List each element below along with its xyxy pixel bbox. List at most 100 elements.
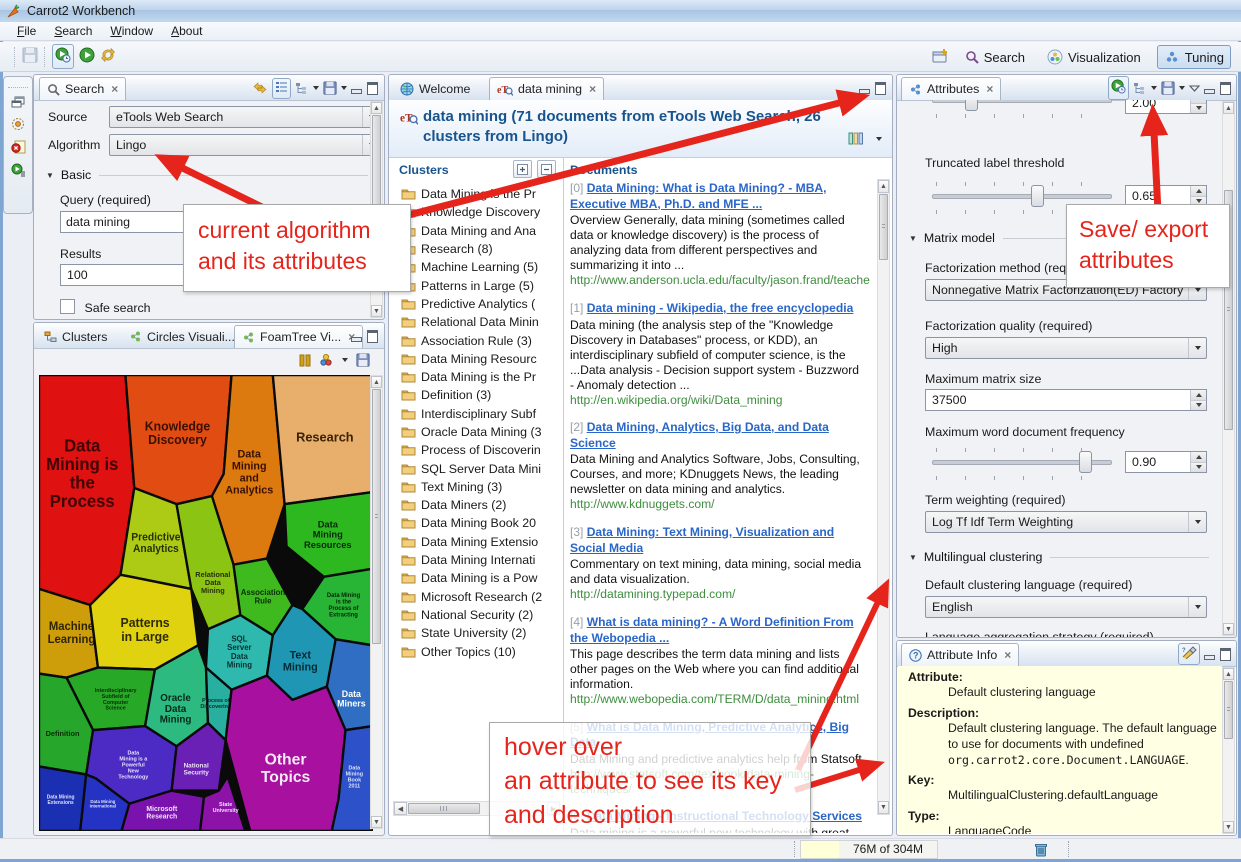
cluster-item[interactable]: Association Rule (3) bbox=[391, 331, 561, 349]
documents-scrollbar[interactable]: ▲ ▼ bbox=[877, 179, 890, 815]
cluster-item[interactable]: Research (8) bbox=[391, 240, 561, 258]
minimize-icon[interactable] bbox=[1204, 89, 1215, 94]
process-run-icon[interactable] bbox=[52, 44, 74, 69]
menu-about[interactable]: About bbox=[162, 22, 211, 40]
minimize-icon[interactable] bbox=[1204, 655, 1215, 660]
view-menu-icon[interactable] bbox=[1189, 85, 1200, 92]
minimize-icon[interactable] bbox=[351, 337, 362, 342]
attribute-tree-icon[interactable] bbox=[1133, 82, 1147, 95]
cluster-item[interactable]: Data Mining and Ana bbox=[391, 222, 561, 240]
cluster-item[interactable]: Microsoft Research (2 bbox=[391, 588, 561, 606]
tab-welcome[interactable]: Welcome bbox=[393, 77, 477, 100]
menu-window[interactable]: Window bbox=[101, 22, 162, 40]
cluster-item[interactable]: Knowledge Discovery bbox=[391, 203, 561, 221]
cluster-item[interactable]: Relational Data Minin bbox=[391, 313, 561, 331]
run-icon[interactable] bbox=[79, 47, 95, 66]
maximize-icon[interactable] bbox=[875, 82, 886, 95]
chevron-down-icon[interactable] bbox=[876, 137, 882, 141]
spinner-arrows-icon[interactable] bbox=[1190, 100, 1206, 113]
link-arrows-icon[interactable] bbox=[252, 81, 268, 95]
default-language-select[interactable]: English bbox=[925, 596, 1207, 618]
top-value-spinner[interactable]: 2.00 bbox=[1125, 100, 1207, 114]
layout-bars-icon[interactable] bbox=[848, 132, 864, 148]
maximize-icon[interactable] bbox=[367, 82, 378, 95]
tab-attributes[interactable]: Attributes× bbox=[901, 77, 1001, 100]
top-slider[interactable] bbox=[932, 100, 1112, 112]
source-select[interactable]: eTools Web Search bbox=[109, 106, 381, 128]
expand-all-button[interactable] bbox=[513, 160, 532, 178]
max-word-frequency-slider[interactable] bbox=[932, 448, 1112, 474]
cluster-item[interactable]: Definition (3) bbox=[391, 386, 561, 404]
perspective-tuning-button[interactable]: Tuning bbox=[1157, 45, 1231, 69]
foamtree-canvas[interactable]: DataMining istheProcessKnowledgeDiscover… bbox=[39, 375, 373, 831]
max-word-frequency-spinner[interactable]: 0.90 bbox=[1125, 451, 1207, 473]
scroll-up-icon[interactable]: ▲ bbox=[878, 180, 889, 193]
attributes-scrollbar[interactable]: ▲ ▼ bbox=[1222, 101, 1235, 636]
scroll-down-icon[interactable]: ▼ bbox=[371, 816, 382, 828]
close-icon[interactable]: × bbox=[589, 82, 596, 96]
save-attributes-icon[interactable] bbox=[323, 81, 337, 95]
perspective-visualization-button[interactable]: Visualization bbox=[1041, 46, 1147, 68]
scroll-up-icon[interactable]: ▲ bbox=[371, 102, 382, 114]
restore-view-icon[interactable] bbox=[11, 96, 25, 108]
processes-view-icon[interactable] bbox=[11, 163, 26, 177]
live-update-icon[interactable] bbox=[1108, 76, 1129, 100]
spinner-arrows-icon[interactable] bbox=[1190, 390, 1206, 410]
tab-circles-visualization[interactable]: Circles Visuali... bbox=[122, 325, 242, 348]
refresh-icon[interactable] bbox=[100, 47, 116, 66]
maximize-icon[interactable] bbox=[367, 330, 378, 343]
chevron-down-icon[interactable] bbox=[341, 86, 347, 90]
close-icon[interactable]: × bbox=[111, 82, 118, 96]
chevron-down-icon[interactable] bbox=[1179, 86, 1185, 90]
cluster-item[interactable]: Data Mining is the Pr bbox=[391, 185, 561, 203]
attribute-info-scrollbar[interactable]: ▲ ▼ bbox=[1222, 667, 1235, 834]
cluster-item[interactable]: Predictive Analytics ( bbox=[391, 295, 561, 313]
tab-foamtree-visualization[interactable]: FoamTree Vi...× bbox=[234, 325, 363, 348]
cluster-item[interactable]: SQL Server Data Mini bbox=[391, 459, 561, 477]
save-attributes-icon[interactable] bbox=[1161, 81, 1175, 95]
maximize-icon[interactable] bbox=[1220, 648, 1231, 661]
factorization-quality-select[interactable]: High bbox=[925, 337, 1207, 359]
document-title-link[interactable]: Data Mining: Text Mining, Visualization … bbox=[570, 525, 834, 555]
tab-search[interactable]: Search× bbox=[39, 77, 126, 100]
minimize-icon[interactable] bbox=[351, 89, 362, 94]
open-perspective-icon[interactable] bbox=[931, 48, 949, 67]
scroll-left-icon[interactable]: ◀ bbox=[394, 802, 407, 815]
safe-search-checkbox[interactable] bbox=[60, 299, 75, 314]
attribute-list-icon[interactable] bbox=[272, 78, 291, 99]
cluster-item[interactable]: Patterns in Large (5) bbox=[391, 276, 561, 294]
color-options-icon[interactable] bbox=[319, 353, 334, 367]
tab-clusters-viz[interactable]: Clusters bbox=[37, 325, 114, 348]
link-with-selection-icon[interactable]: ? bbox=[1178, 643, 1200, 665]
cluster-item[interactable]: Other Topics (10) bbox=[391, 642, 561, 660]
scroll-up-icon[interactable]: ▲ bbox=[1223, 668, 1234, 680]
cluster-item[interactable]: Data Mining is the Pr bbox=[391, 368, 561, 386]
chevron-down-icon[interactable] bbox=[1151, 86, 1157, 90]
chevron-down-icon[interactable] bbox=[313, 86, 319, 90]
cluster-item[interactable]: Interdisciplinary Subf bbox=[391, 405, 561, 423]
fast-view-handle[interactable] bbox=[8, 79, 28, 88]
scroll-down-icon[interactable]: ▼ bbox=[1223, 821, 1234, 833]
scroll-up-icon[interactable]: ▲ bbox=[1223, 102, 1234, 114]
attribute-tree-icon[interactable] bbox=[295, 82, 309, 95]
menu-search[interactable]: Search bbox=[45, 22, 101, 40]
scroll-down-icon[interactable]: ▼ bbox=[878, 801, 889, 814]
cluster-item[interactable]: Text Mining (3) bbox=[391, 478, 561, 496]
algorithm-select[interactable]: Lingo bbox=[109, 134, 381, 156]
scroll-down-icon[interactable]: ▼ bbox=[371, 305, 382, 317]
cluster-item[interactable]: Process of Discoverin bbox=[391, 441, 561, 459]
scroll-up-icon[interactable]: ▲ bbox=[371, 376, 382, 388]
perspective-search-button[interactable]: Search bbox=[959, 47, 1031, 68]
spinner-arrows-icon[interactable] bbox=[1190, 186, 1206, 206]
term-weighting-select[interactable]: Log Tf Idf Term Weighting bbox=[925, 511, 1207, 533]
document-title-link[interactable]: Data mining - Wikipedia, the free encycl… bbox=[587, 301, 854, 315]
error-log-view-icon[interactable] bbox=[11, 140, 26, 154]
pause-icon[interactable] bbox=[299, 354, 311, 367]
cluster-item[interactable]: Data Miners (2) bbox=[391, 496, 561, 514]
close-icon[interactable]: × bbox=[986, 82, 993, 96]
document-url[interactable]: http://en.wikipedia.org/wiki/Data_mining bbox=[570, 393, 866, 408]
save-icon[interactable] bbox=[22, 47, 38, 66]
maximize-icon[interactable] bbox=[1220, 82, 1231, 95]
max-matrix-size-spinner[interactable]: 37500 bbox=[925, 389, 1207, 411]
cluster-item[interactable]: Data Mining Resourc bbox=[391, 350, 561, 368]
